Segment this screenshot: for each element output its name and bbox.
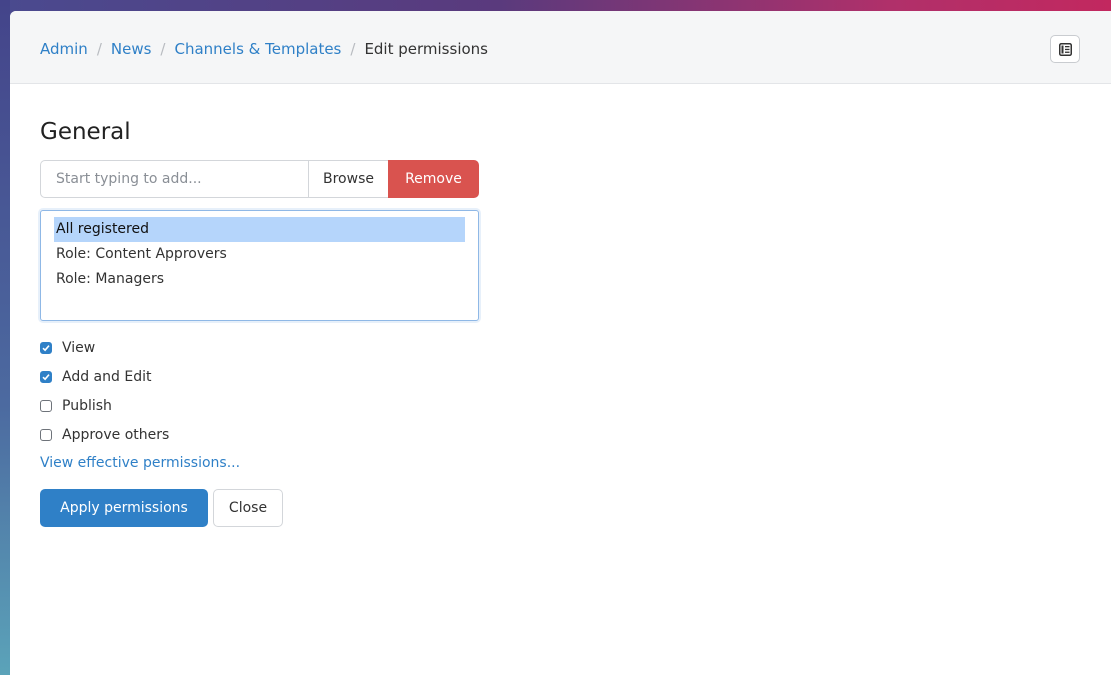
close-button[interactable]: Close — [213, 489, 283, 527]
breadcrumb: Admin / News / Channels & Templates / Edit per… — [40, 39, 488, 59]
breadcrumb-separator: / — [350, 40, 356, 58]
permission-approve-others[interactable]: Approve others — [40, 420, 169, 449]
checkbox-checked-icon[interactable] — [40, 370, 52, 383]
browse-button[interactable]: Browse — [308, 160, 388, 198]
breadcrumb-current: Edit permissions — [364, 40, 488, 58]
permission-label: View — [62, 339, 96, 356]
desktop-background-edge — [0, 0, 10, 675]
app-window: Admin / News / Channels & Templates / Edit per… — [10, 11, 1111, 675]
list-item[interactable]: Role: Managers — [54, 267, 465, 292]
list-item[interactable]: All registered — [54, 217, 465, 242]
permission-view[interactable]: View — [40, 333, 169, 362]
remove-button[interactable]: Remove — [388, 160, 479, 198]
drawer-toggle-icon — [1059, 43, 1072, 56]
permission-add-edit[interactable]: Add and Edit — [40, 362, 169, 391]
permission-label: Publish — [62, 397, 112, 414]
list-item[interactable]: Role: Content Approvers — [54, 242, 465, 267]
apply-permissions-button[interactable]: Apply permissions — [40, 489, 208, 527]
drawer-toggle-button[interactable] — [1050, 35, 1080, 63]
permissions-checklist: View Add and Edit Publish Approve others — [40, 333, 169, 449]
breadcrumb-channels-templates[interactable]: Channels & Templates — [174, 40, 341, 58]
breadcrumb-separator: / — [96, 40, 102, 58]
principal-search-input[interactable] — [40, 160, 308, 198]
permission-publish[interactable]: Publish — [40, 391, 169, 420]
breadcrumb-admin[interactable]: Admin — [40, 40, 88, 58]
principals-list[interactable]: All registered Role: Content Approvers R… — [40, 210, 479, 321]
page-header: Admin / News / Channels & Templates / Edit per… — [10, 11, 1111, 84]
permission-label: Approve others — [62, 426, 170, 443]
breadcrumb-news[interactable]: News — [111, 40, 152, 58]
add-principal-group: Browse Remove — [40, 160, 479, 198]
checkbox-checked-icon[interactable] — [40, 341, 52, 354]
page-title: General — [40, 119, 131, 145]
permission-label: Add and Edit — [62, 368, 152, 385]
breadcrumb-separator: / — [160, 40, 166, 58]
checkbox-unchecked-icon[interactable] — [40, 428, 52, 441]
checkbox-unchecked-icon[interactable] — [40, 399, 52, 412]
view-effective-permissions-link[interactable]: View effective permissions... — [40, 455, 240, 471]
